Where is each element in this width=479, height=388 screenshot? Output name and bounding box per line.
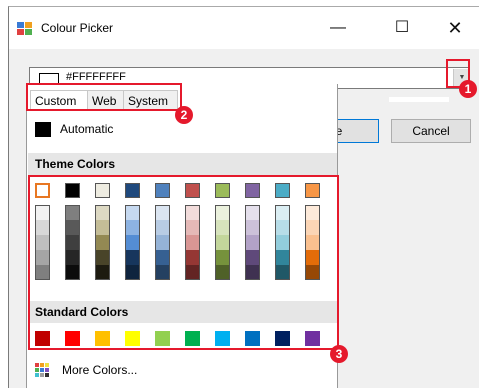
cancel-button[interactable]: Cancel <box>391 119 471 143</box>
color-grid-icon <box>35 363 49 377</box>
annotation-box-tabs <box>26 83 182 111</box>
automatic-swatch <box>35 122 51 137</box>
annotation-badge-2: 2 <box>175 106 193 124</box>
theme-colors-header: Theme Colors <box>28 153 337 175</box>
annotation-badge-3: 3 <box>330 345 348 363</box>
more-colors-label: More Colors... <box>62 363 138 377</box>
annotation-box-colors <box>28 175 339 350</box>
annotation-badge-1: 1 <box>459 80 477 98</box>
close-button[interactable]: ✕ <box>432 12 478 44</box>
window-title: Colour Picker <box>41 21 114 35</box>
minimize-button[interactable]: — <box>315 12 361 44</box>
divider <box>389 97 449 102</box>
colour-value-text: #FFFFFFFF <box>66 71 126 83</box>
maximize-button[interactable]: ☐ <box>379 12 425 44</box>
title-bar: Colour Picker — ☐ ✕ <box>9 7 479 49</box>
automatic-label: Automatic <box>60 122 114 136</box>
app-palette-icon <box>17 22 32 35</box>
